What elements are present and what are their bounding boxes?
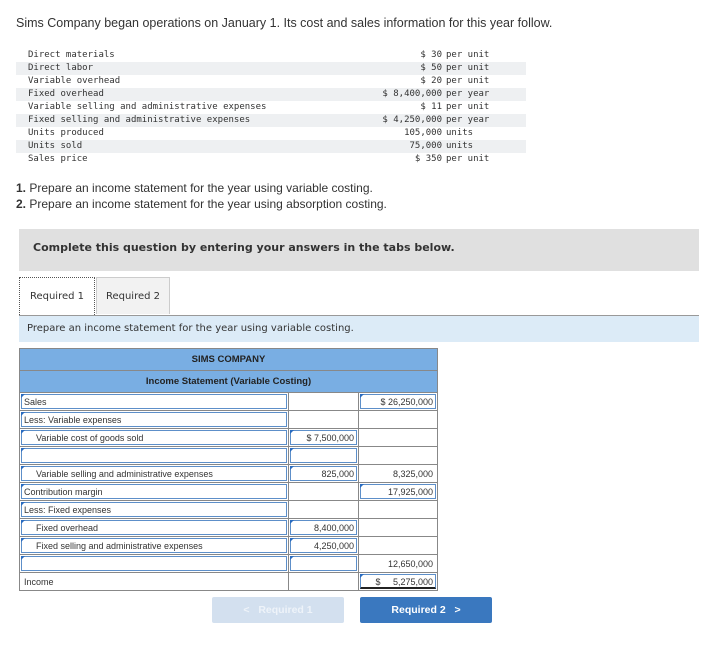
- instructions-banner: Complete this question by entering your …: [19, 229, 699, 271]
- statement-row: Variable selling and administrative expe…: [19, 464, 438, 483]
- label-input[interactable]: Variable selling and administrative expe…: [21, 466, 287, 481]
- cost-unit: per year: [442, 88, 526, 101]
- next-button-label: Required 2: [391, 604, 446, 616]
- chevron-right-icon: >: [454, 604, 461, 616]
- cost-value: $ 11: [420, 102, 442, 112]
- row-label: Income: [24, 577, 54, 587]
- statement-row: Income $ 5,275,000: [19, 572, 438, 591]
- cost-row: Sales price $ 350 per unit: [16, 153, 526, 166]
- requirement-number: 1.: [16, 181, 27, 195]
- cost-row: Fixed selling and administrative expense…: [16, 114, 526, 127]
- requirements-list: 1. Prepare an income statement for the y…: [16, 180, 387, 212]
- label-input[interactable]: Contribution margin: [21, 484, 287, 499]
- statement-row: 12,650,000: [19, 554, 438, 573]
- cost-value: $ 350: [414, 154, 442, 164]
- subtotal-value: 8,325,000: [392, 469, 433, 479]
- cost-unit: per unit: [446, 102, 490, 112]
- cost-unit: units: [446, 128, 474, 138]
- chevron-left-icon: <: [243, 604, 250, 616]
- net-income-input[interactable]: $ 5,275,000: [360, 574, 436, 589]
- tab-instruction: Prepare an income statement for the year…: [19, 316, 699, 342]
- cost-unit: per unit: [446, 76, 490, 86]
- amount-input[interactable]: 825,000: [290, 466, 357, 481]
- cost-row: Fixed overhead $ 8,400,000 per year: [16, 88, 526, 101]
- cost-row: Units sold 75,000 units: [16, 140, 526, 153]
- statement-title: Income Statement (Variable Costing): [19, 370, 438, 393]
- amount-input[interactable]: [290, 448, 357, 463]
- cost-value: 105,000: [404, 128, 442, 138]
- label-input[interactable]: [21, 556, 287, 571]
- tab-instruction-text: Prepare an income statement for the year…: [27, 323, 354, 334]
- cost-unit: per unit: [442, 62, 526, 75]
- cost-row: Direct materials $ 30 per unit: [16, 49, 526, 62]
- label-input[interactable]: Fixed overhead: [21, 520, 287, 535]
- problem-intro: Sims Company began operations on January…: [16, 16, 553, 30]
- statement-row: Contribution margin 17,925,000: [19, 482, 438, 501]
- cost-value: $ 20: [420, 76, 442, 86]
- cost-label: Direct labor: [16, 62, 348, 75]
- cost-row: Direct labor $ 50 per unit: [16, 62, 526, 75]
- tab-required-1[interactable]: Required 1: [19, 277, 95, 315]
- tab-required-2[interactable]: Required 2: [96, 277, 170, 314]
- cost-label: Sales price: [28, 154, 88, 164]
- requirement-text: Prepare an income statement for the year…: [26, 197, 387, 211]
- statement-row: Less: Variable expenses: [19, 410, 438, 429]
- income-statement-table: SIMS COMPANY Income Statement (Variable …: [19, 348, 438, 591]
- amount-input[interactable]: $ 7,500,000: [290, 430, 357, 445]
- label-input[interactable]: Less: Fixed expenses: [21, 502, 287, 517]
- cost-label: Units produced: [28, 128, 104, 138]
- amount-input[interactable]: [290, 556, 357, 571]
- cost-value: $ 4,250,000: [347, 114, 442, 127]
- requirement-text: Prepare an income statement for the year…: [26, 181, 373, 195]
- statement-row: Less: Fixed expenses: [19, 500, 438, 519]
- prev-button-label: Required 1: [258, 604, 313, 616]
- requirement-1: 1. Prepare an income statement for the y…: [16, 180, 387, 196]
- statement-row: Sales $ 26,250,000: [19, 392, 438, 411]
- cost-unit: per unit: [446, 154, 490, 164]
- amount-input[interactable]: 8,400,000: [290, 520, 357, 535]
- statement-row: [19, 446, 438, 465]
- cost-value: $ 8,400,000: [347, 88, 442, 101]
- cost-unit: per unit: [446, 50, 490, 60]
- cost-value: 75,000: [347, 140, 442, 153]
- cost-label: Variable selling and administrative expe…: [28, 102, 267, 112]
- cost-row: Variable overhead $ 20 per unit: [16, 75, 526, 88]
- cost-value: $ 50: [347, 62, 442, 75]
- cost-unit: per year: [442, 114, 526, 127]
- next-required-button[interactable]: Required 2 >: [360, 597, 492, 623]
- cost-row: Units produced 105,000 units: [16, 127, 526, 140]
- label-input[interactable]: Variable cost of goods sold: [21, 430, 287, 445]
- requirement-2: 2. Prepare an income statement for the y…: [16, 196, 387, 212]
- cost-unit: units: [442, 140, 526, 153]
- prev-required-button[interactable]: < Required 1: [212, 597, 344, 623]
- statement-row: Fixed selling and administrative expense…: [19, 536, 438, 555]
- cost-label: Variable overhead: [28, 76, 121, 86]
- amount-input[interactable]: $ 26,250,000: [360, 394, 436, 409]
- amount-input[interactable]: 17,925,000: [360, 484, 436, 499]
- statement-row: Fixed overhead 8,400,000: [19, 518, 438, 537]
- amount-input[interactable]: 4,250,000: [290, 538, 357, 553]
- cost-label: Units sold: [16, 140, 348, 153]
- banner-text: Complete this question by entering your …: [33, 241, 455, 254]
- cost-label: Direct materials: [28, 50, 115, 60]
- cost-label: Fixed overhead: [16, 88, 348, 101]
- cost-data-table: Direct materials $ 30 per unit Direct labo…: [16, 49, 526, 166]
- cost-value: $ 30: [420, 50, 442, 60]
- cost-label: Fixed selling and administrative expense…: [16, 114, 348, 127]
- requirement-number: 2.: [16, 197, 27, 211]
- statement-row: Variable cost of goods sold $ 7,500,000: [19, 428, 438, 447]
- cost-row: Variable selling and administrative expe…: [16, 101, 526, 114]
- subtotal-value: 12,650,000: [387, 559, 433, 569]
- label-input[interactable]: Less: Variable expenses: [21, 412, 287, 427]
- company-name: SIMS COMPANY: [19, 348, 438, 371]
- label-input[interactable]: Sales: [21, 394, 287, 409]
- label-input[interactable]: Fixed selling and administrative expense…: [21, 538, 287, 553]
- label-input[interactable]: [21, 448, 287, 463]
